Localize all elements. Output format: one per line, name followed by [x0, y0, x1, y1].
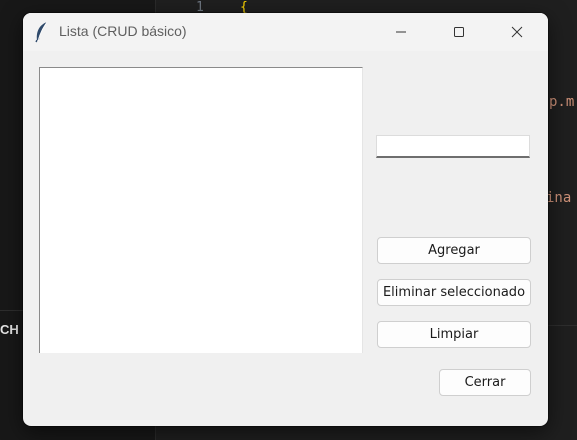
- delete-selected-button[interactable]: Eliminar seleccionado: [377, 279, 531, 306]
- code-fragment: ina: [546, 190, 572, 206]
- close-icon: [511, 26, 523, 38]
- maximize-button[interactable]: [436, 13, 482, 51]
- minimize-icon: [396, 31, 406, 33]
- add-button[interactable]: Agregar: [377, 237, 531, 264]
- editor-divider: [548, 325, 577, 326]
- maximize-icon: [454, 27, 464, 37]
- title-bar[interactable]: Lista (CRUD básico): [23, 13, 548, 51]
- item-entry-field[interactable]: [376, 135, 530, 158]
- panel-label: CH: [0, 322, 19, 337]
- items-listbox[interactable]: [39, 67, 363, 353]
- close-button[interactable]: [494, 13, 540, 51]
- window-title: Lista (CRUD básico): [59, 23, 187, 39]
- feather-icon: [35, 21, 48, 43]
- clear-button[interactable]: Limpiar: [377, 321, 531, 348]
- minimize-button[interactable]: [378, 13, 424, 51]
- app-window: Lista (CRUD básico) Agregar Eliminar sel…: [23, 13, 548, 426]
- close-window-button[interactable]: Cerrar: [439, 369, 531, 396]
- code-fragment: p.m: [549, 94, 575, 110]
